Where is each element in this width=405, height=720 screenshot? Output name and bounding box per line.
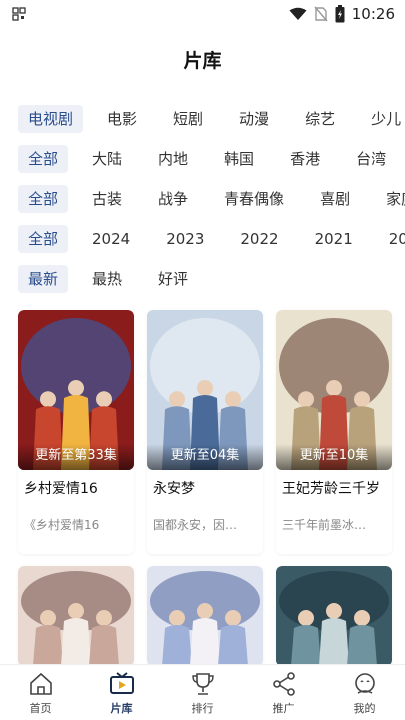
filter-chip-year[interactable]: 2021: [305, 225, 363, 253]
filter-chip-year[interactable]: 2023: [156, 225, 214, 253]
wifi-icon: [289, 7, 307, 20]
filter-row-sort: 最新 最热 好评: [18, 265, 405, 293]
drama-card[interactable]: 更新至10集王妃芳龄三千岁 三千年前墨冰…: [276, 310, 392, 554]
filter-chip-genre[interactable]: 青春偶像: [214, 185, 294, 213]
drama-card[interactable]: 更新至第33集乡村爱情16 《乡村爱情16: [18, 310, 134, 554]
filter-chip-genre[interactable]: 古装: [82, 185, 132, 213]
episode-status-label: 更新至10集: [276, 444, 392, 470]
filter-chip-year[interactable]: 全部: [18, 225, 69, 253]
tab-home[interactable]: 首页: [0, 665, 81, 720]
poster-image: 更新至04集: [147, 310, 263, 470]
drama-title: 王妃芳龄三千岁: [282, 481, 380, 497]
filter-chip-genre[interactable]: 全部: [18, 185, 69, 213]
filter-chip-year[interactable]: 2020: [379, 225, 405, 253]
filter-row-region: 全部 大陆 内地 韩国 香港 台湾: [18, 145, 405, 173]
episode-status-label: 更新至第33集: [18, 444, 134, 470]
filter-chip-year[interactable]: 2022: [230, 225, 288, 253]
tv-icon: [109, 672, 134, 694]
filter-chip-region[interactable]: 全部: [18, 145, 69, 173]
poster-image: [18, 566, 134, 666]
tab-tv[interactable]: 片库: [81, 665, 162, 720]
profile-icon: [354, 673, 375, 694]
filter-row-category: 电视剧 电影 短剧 动漫 综艺 少儿: [18, 105, 405, 133]
episode-status-label: 更新至04集: [147, 444, 263, 470]
drama-description: 国都永安，因…: [153, 518, 238, 532]
filter-chip-region[interactable]: 内地: [148, 145, 198, 173]
drama-card[interactable]: [147, 566, 263, 666]
drama-card[interactable]: [276, 566, 392, 666]
tab-profile[interactable]: 我的: [324, 665, 405, 720]
filter-chip-region[interactable]: 大陆: [82, 145, 132, 173]
trophy-icon: [191, 673, 214, 695]
filter-chip-region[interactable]: 香港: [280, 145, 330, 173]
filter-chip-sort[interactable]: 好评: [148, 265, 198, 293]
tab-label: 片库: [110, 702, 133, 715]
drama-title: 乡村爱情16: [24, 481, 98, 497]
filter-chip-category[interactable]: 短剧: [163, 105, 213, 133]
filter-chip-category[interactable]: 动漫: [229, 105, 279, 133]
tab-share[interactable]: 推广: [243, 665, 324, 720]
filter-row-genre: 全部古装战争青春偶像喜剧家庭: [18, 185, 405, 213]
poster-image: 更新至第33集: [18, 310, 134, 470]
drama-title: 永安梦: [153, 481, 195, 497]
filter-chip-genre[interactable]: 喜剧: [310, 185, 360, 213]
filter-chip-category[interactable]: 电影: [97, 105, 147, 133]
filter-chip-sort[interactable]: 最热: [82, 265, 132, 293]
filter-chip-category[interactable]: 综艺: [295, 105, 345, 133]
page-title: 片库: [183, 50, 222, 72]
filter-chip-genre[interactable]: 家庭: [376, 185, 405, 213]
tab-trophy[interactable]: 排行: [162, 665, 243, 720]
filter-chip-sort[interactable]: 最新: [18, 265, 69, 293]
tab-label: 首页: [29, 702, 52, 715]
poster-image: [147, 566, 263, 666]
share-icon: [272, 672, 295, 696]
no-sim-icon: [314, 6, 328, 22]
home-icon: [29, 672, 52, 695]
drama-description: 三千年前墨冰…: [282, 518, 367, 532]
filter-chip-year[interactable]: 2024: [82, 225, 140, 253]
filter-chip-region[interactable]: 韩国: [214, 145, 264, 173]
status-time: 10:26: [351, 5, 395, 23]
filter-chip-genre[interactable]: 战争: [148, 185, 198, 213]
tab-label: 推广: [272, 702, 295, 715]
poster-image: 更新至10集: [276, 310, 392, 470]
app-notification-icon: [12, 7, 26, 21]
status-bar: 10:26: [0, 0, 405, 28]
tab-label: 排行: [191, 702, 214, 715]
poster-image: [276, 566, 392, 666]
tab-label: 我的: [353, 702, 376, 715]
filter-chip-category[interactable]: 少儿: [361, 105, 405, 133]
bottom-tab-bar: 首页 片库 排行 推广 我的: [0, 664, 405, 720]
filter-row-year: 全部 2024 2023 2022 2021 2020: [18, 225, 405, 253]
drama-description: 《乡村爱情16: [24, 518, 100, 532]
drama-card[interactable]: [18, 566, 134, 666]
drama-card[interactable]: 更新至04集永安梦国都永安，因…: [147, 310, 263, 554]
battery-charging-icon: [335, 5, 345, 23]
filter-chip-category[interactable]: 电视剧: [18, 105, 84, 133]
filter-chip-region[interactable]: 台湾: [346, 145, 396, 173]
